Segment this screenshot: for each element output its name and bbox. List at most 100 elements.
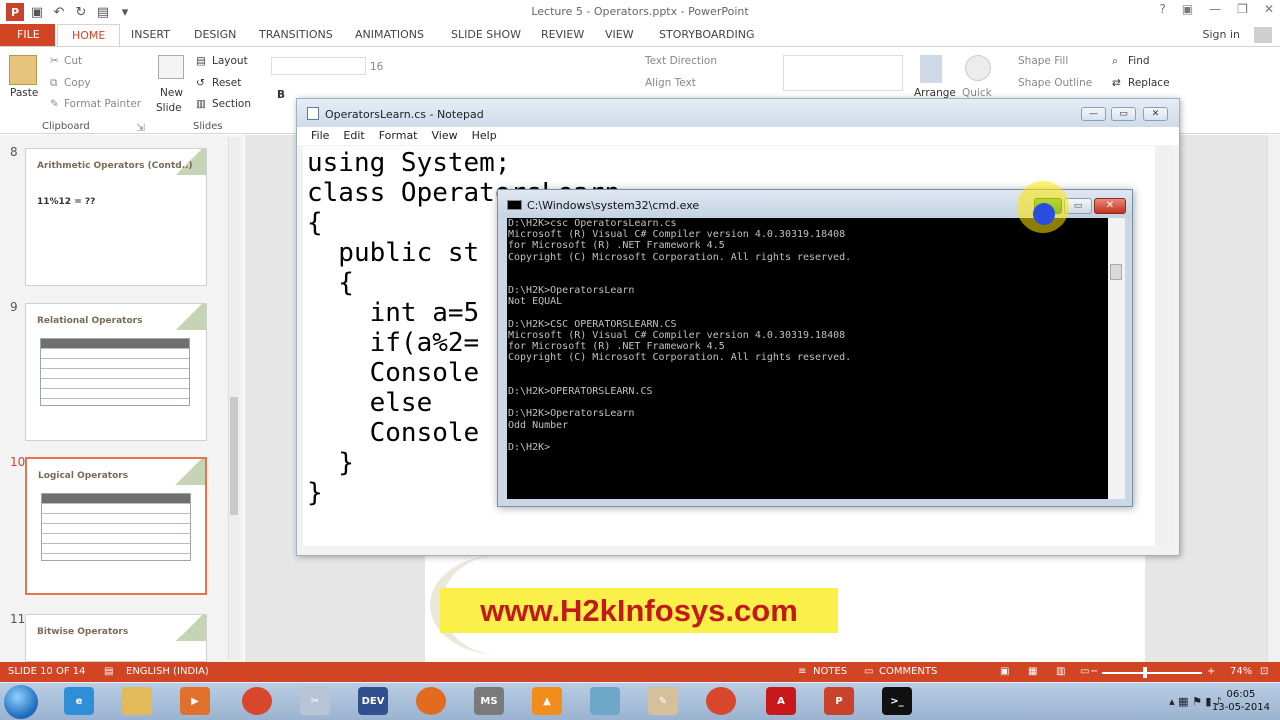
spellcheck-icon[interactable]: ▤ (104, 666, 113, 677)
menu-view[interactable]: View (432, 129, 458, 145)
text-direction-button[interactable]: Text Direction (645, 55, 717, 67)
menu-file[interactable]: File (311, 129, 329, 145)
notes-button[interactable]: NOTES (813, 666, 847, 677)
vlc-icon[interactable]: ▲ (532, 687, 562, 715)
fit-slide-icon[interactable]: ⊡ (1260, 666, 1268, 677)
new-slide-button-line2[interactable]: Slide (156, 102, 182, 114)
close-icon[interactable]: ✕ (1264, 2, 1274, 16)
tab-file[interactable]: FILE (0, 24, 55, 46)
replace-button[interactable]: Replace (1128, 77, 1170, 89)
replace-icon[interactable]: ⇄ (1112, 77, 1121, 89)
align-text-button[interactable]: Align Text (645, 77, 696, 89)
minimize-icon[interactable]: — (1209, 2, 1221, 16)
restore-icon[interactable]: ❐ (1237, 2, 1248, 16)
paste-icon[interactable] (9, 55, 37, 85)
zoom-out-button[interactable]: − (1090, 666, 1098, 677)
cmd-scroll-thumb[interactable] (1110, 264, 1122, 280)
zoom-in-button[interactable]: + (1207, 666, 1215, 677)
slide-thumbnail-10[interactable]: Logical Operators (25, 457, 207, 595)
copy-icon[interactable]: ⧉ (50, 77, 58, 90)
layout-icon[interactable]: ▤ (196, 55, 206, 67)
tab-animations[interactable]: ANIMATIONS (355, 28, 424, 41)
start-button[interactable] (4, 685, 38, 719)
tab-view[interactable]: VIEW (605, 28, 634, 41)
canvas-scrollbar[interactable] (1267, 135, 1280, 662)
menu-help[interactable]: Help (472, 129, 497, 145)
tab-design[interactable]: DESIGN (194, 28, 236, 41)
copy-button[interactable]: Copy (64, 77, 91, 89)
language-indicator[interactable]: ENGLISH (INDIA) (126, 666, 209, 677)
new-slide-icon[interactable] (158, 55, 184, 79)
clock[interactable]: 06:05 13-05-2014 (1212, 688, 1270, 714)
tab-review[interactable]: REVIEW (541, 28, 584, 41)
cmd-close-button[interactable]: ✕ (1094, 198, 1126, 214)
devc-icon[interactable]: DEV (358, 687, 388, 715)
quick-styles-icon[interactable] (965, 55, 991, 81)
find-icon[interactable]: ⌕ (1112, 55, 1118, 68)
virtualbox-icon[interactable] (590, 687, 620, 715)
zoom-level[interactable]: 74% (1230, 666, 1252, 677)
reset-button[interactable]: Reset (212, 77, 241, 89)
help-button[interactable]: ? (1159, 2, 1165, 16)
tab-storyboarding[interactable]: STORYBOARDING (659, 28, 754, 41)
shape-outline-button[interactable]: Shape Outline (1018, 77, 1092, 89)
shapes-gallery[interactable] (783, 55, 903, 91)
notepad-maximize-button[interactable]: ▭ (1111, 107, 1136, 121)
clipboard-launcher-icon[interactable]: ⇲ (136, 122, 145, 134)
ie-icon[interactable]: e (64, 687, 94, 715)
arrange-icon[interactable] (920, 55, 942, 83)
notepad-title-bar[interactable]: OperatorsLearn.cs - Notepad — ▭ ✕ (297, 99, 1179, 127)
reading-view-icon[interactable]: ▥ (1056, 666, 1065, 677)
notes-icon[interactable]: ≡ (798, 666, 806, 677)
cmd-console-output[interactable]: D:\H2K>csc OperatorsLearn.cs Microsoft (… (507, 218, 1108, 499)
chrome-icon[interactable] (242, 687, 272, 715)
menu-edit[interactable]: Edit (343, 129, 364, 145)
chrome-2-icon[interactable] (706, 687, 736, 715)
comments-icon[interactable]: ▭ (864, 666, 873, 677)
notepad-close-button[interactable]: ✕ (1143, 107, 1168, 121)
zoom-slider-handle[interactable] (1143, 667, 1147, 678)
acrobat-icon[interactable]: A (766, 687, 796, 715)
section-button[interactable]: Section (212, 98, 251, 110)
cmd-window[interactable]: C:\Windows\system32\cmd.exe ▭ ✕ D:\H2K>c… (497, 189, 1133, 507)
slide-sorter-icon[interactable]: ▦ (1028, 666, 1037, 677)
zoom-slider[interactable] (1102, 672, 1202, 674)
explorer-icon[interactable] (122, 687, 152, 715)
shape-fill-button[interactable]: Shape Fill (1018, 55, 1068, 67)
ms-office-icon[interactable]: MS (474, 687, 504, 715)
ribbon-display-icon[interactable]: ▣ (1182, 2, 1193, 16)
layout-button[interactable]: Layout (212, 55, 248, 67)
section-icon[interactable]: ▥ (196, 98, 206, 110)
tab-insert[interactable]: INSERT (131, 28, 170, 41)
format-painter-button[interactable]: Format Painter (64, 98, 141, 110)
sign-in-link[interactable]: Sign in (1202, 28, 1240, 41)
notepad-scrollbar[interactable] (1155, 146, 1173, 546)
reset-icon[interactable]: ↺ (196, 77, 205, 89)
comments-button[interactable]: COMMENTS (879, 666, 937, 677)
bold-button[interactable]: B (277, 89, 285, 101)
user-icon[interactable] (1254, 27, 1272, 43)
paint-icon[interactable]: ✎ (648, 687, 678, 715)
cmd-scrollbar[interactable] (1108, 218, 1125, 499)
tab-slide-show[interactable]: SLIDE SHOW (451, 28, 521, 41)
tab-transitions[interactable]: TRANSITIONS (259, 28, 333, 41)
slide-thumbnail-9[interactable]: Relational Operators (25, 303, 207, 441)
firefox-icon[interactable] (416, 687, 446, 715)
paste-button[interactable]: Paste (10, 87, 38, 99)
menu-format[interactable]: Format (379, 129, 418, 145)
slideshow-view-icon[interactable]: ▭ (1080, 666, 1089, 677)
slide-thumbnail-11[interactable]: Bitwise Operators (25, 614, 207, 662)
font-name-input[interactable] (271, 57, 366, 75)
powerpoint-taskbar-icon[interactable]: P (824, 687, 854, 715)
cut-button[interactable]: Cut (64, 55, 82, 67)
media-player-icon[interactable]: ▶ (180, 687, 210, 715)
normal-view-icon[interactable]: ▣ (1000, 666, 1009, 677)
slide-thumbnail-8[interactable]: Arithmetic Operators (Contd..) 11%12 = ?… (25, 148, 207, 286)
notepad-minimize-button[interactable]: — (1081, 107, 1106, 121)
tab-home[interactable]: HOME (57, 24, 121, 47)
cmd-taskbar-icon[interactable]: >_ (882, 687, 912, 715)
format-painter-icon[interactable]: ✎ (50, 98, 59, 110)
snipping-tool-icon[interactable]: ✂ (300, 687, 330, 715)
cut-icon[interactable]: ✂ (50, 55, 59, 67)
slides-pane-scroll-thumb[interactable] (230, 397, 238, 515)
